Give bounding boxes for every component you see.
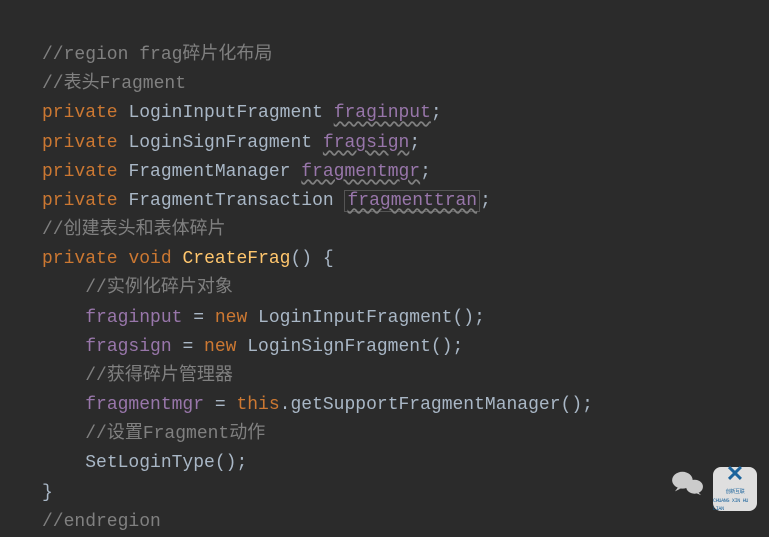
brace-close: } — [42, 483, 53, 503]
keyword-private: private — [42, 191, 118, 211]
equals: = — [172, 337, 204, 357]
logo-text-top: 创新互联 — [726, 488, 745, 496]
field-fragmentmgr: fragmentmgr — [301, 162, 420, 182]
field-fragmenttran: fragmenttran — [344, 190, 480, 212]
comment-line: //设置Fragment动作 — [85, 424, 265, 444]
keyword-private: private — [42, 133, 118, 153]
parens: () — [291, 249, 313, 269]
field-ref-fraginput: fraginput — [85, 308, 182, 328]
constructor-call: LoginSignFragment() — [236, 337, 452, 357]
equals: = — [182, 308, 214, 328]
semicolon: ; — [480, 191, 491, 211]
comment-line: //endregion — [42, 512, 161, 532]
semicolon: ; — [409, 133, 420, 153]
semicolon: ; — [431, 103, 442, 123]
type-name: LoginInputFragment — [128, 103, 322, 123]
keyword-private: private — [42, 249, 118, 269]
type-name: LoginSignFragment — [128, 133, 312, 153]
semicolon: ; — [420, 162, 431, 182]
method-call: SetLoginType() — [85, 453, 236, 473]
type-name: FragmentManager — [128, 162, 290, 182]
semicolon: ; — [453, 337, 464, 357]
comment-line: //创建表头和表体碎片 — [42, 220, 226, 240]
keyword-void: void — [128, 249, 171, 269]
logo-badge: ✕ 创新互联 CHUANG XIN HU LIAN — [713, 467, 757, 511]
brace-open: { — [312, 249, 334, 269]
logo-x: ✕ — [726, 465, 744, 487]
equals: = — [204, 395, 236, 415]
logo-text-bottom: CHUANG XIN HU LIAN — [713, 497, 757, 513]
keyword-private: private — [42, 162, 118, 182]
field-fraginput: fraginput — [334, 103, 431, 123]
method-call: .getSupportFragmentManager() — [280, 395, 582, 415]
code-editor[interactable]: //region frag碎片化布局 //表头Fragment private … — [0, 0, 769, 537]
keyword-private: private — [42, 103, 118, 123]
semicolon: ; — [582, 395, 593, 415]
watermark: ✕ 创新互联 CHUANG XIN HU LIAN — [671, 467, 757, 511]
comment-line: //表头Fragment — [42, 74, 186, 94]
field-ref-fragsign: fragsign — [85, 337, 171, 357]
field-ref-fragmentmgr: fragmentmgr — [85, 395, 204, 415]
wechat-icon — [671, 469, 705, 508]
semicolon: ; — [474, 308, 485, 328]
comment-line: //获得碎片管理器 — [85, 366, 233, 386]
comment-line: //实例化碎片对象 — [85, 278, 233, 298]
keyword-new: new — [204, 337, 236, 357]
constructor-call: LoginInputFragment() — [247, 308, 474, 328]
semicolon: ; — [236, 453, 247, 473]
method-createfrag: CreateFrag — [182, 249, 290, 269]
type-name: FragmentTransaction — [128, 191, 333, 211]
field-fragsign: fragsign — [323, 133, 409, 153]
keyword-this: this — [236, 395, 279, 415]
keyword-new: new — [215, 308, 247, 328]
comment-line: //region frag碎片化布局 — [42, 45, 272, 65]
